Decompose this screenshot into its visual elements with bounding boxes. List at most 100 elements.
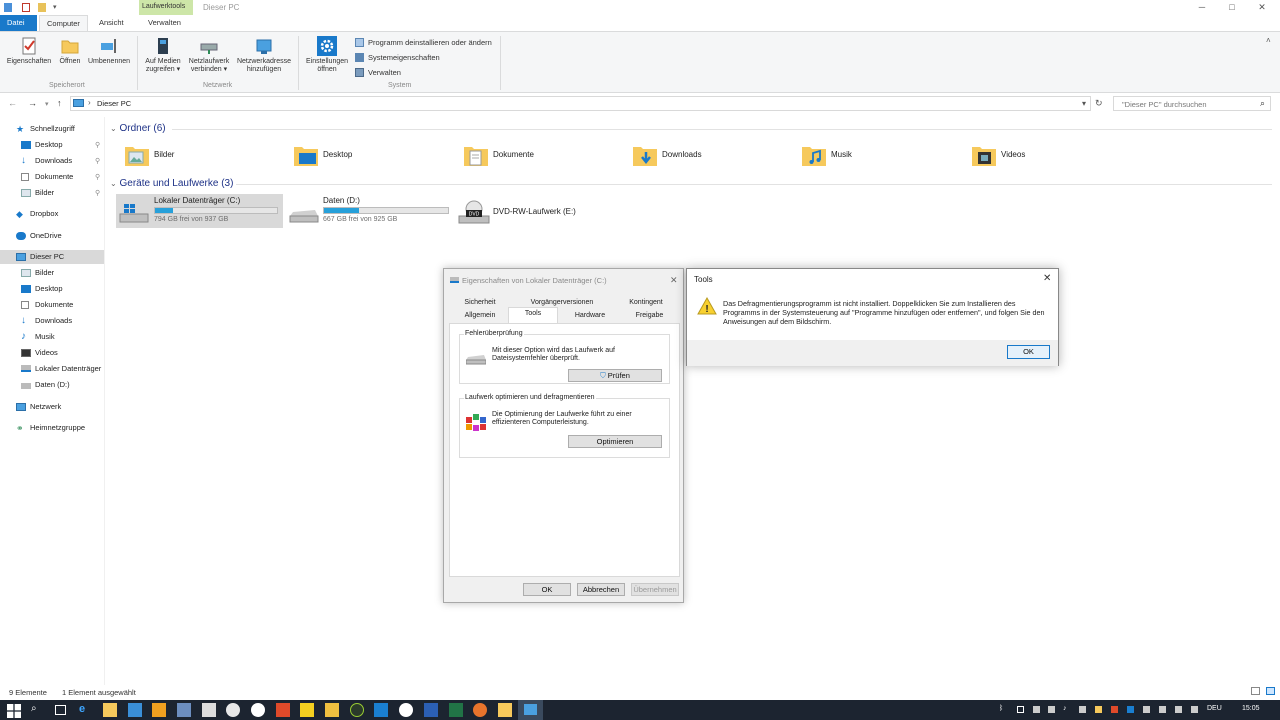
address-dropdown-icon[interactable]: ▾	[1082, 99, 1086, 108]
nav-pc-downloads[interactable]: ↓ Downloads	[21, 314, 72, 328]
netzwerkadresse-hinzufuegen-button[interactable]: Netzwerkadresse hinzufügen	[234, 36, 294, 74]
tab-allgemein[interactable]: Allgemein	[451, 310, 509, 322]
app-icon[interactable]	[177, 703, 191, 717]
drives-section-header[interactable]: ⌄ Geräte und Laufwerke (3)	[110, 178, 233, 189]
pin-icon[interactable]: ⚲	[95, 157, 100, 165]
tray-icon[interactable]	[1048, 706, 1055, 713]
ok-button[interactable]: OK	[523, 583, 571, 596]
tab-tools[interactable]: Tools	[508, 307, 558, 324]
nav-heimnetzgruppe[interactable]: ⚭ Heimnetzgruppe	[16, 421, 85, 435]
pin-icon[interactable]: ⚲	[95, 141, 100, 149]
app-icon[interactable]	[251, 703, 265, 717]
tray-icon[interactable]	[1159, 706, 1166, 713]
word-icon[interactable]	[424, 703, 438, 717]
app-icon[interactable]	[399, 703, 413, 717]
apply-button[interactable]: Übernehmen	[631, 583, 679, 596]
tab-kontingent[interactable]: Kontingent	[614, 297, 678, 309]
message-box-close-button[interactable]: ✕	[1043, 273, 1051, 284]
nav-pc-lokaler-datentraeger[interactable]: Lokaler Datenträger	[21, 362, 101, 376]
nav-pc-desktop[interactable]: Desktop	[21, 282, 63, 296]
recent-locations-button[interactable]: ▾	[45, 100, 49, 108]
folder-videos[interactable]: Videos	[963, 140, 1131, 172]
nav-pc-musik[interactable]: ♪ Musik	[21, 330, 55, 344]
task-view-icon[interactable]	[55, 705, 66, 715]
media-player-icon[interactable]	[152, 703, 166, 717]
app-icon[interactable]	[300, 703, 314, 717]
folder-musik[interactable]: Musik	[793, 140, 961, 172]
maximize-button[interactable]: □	[1226, 1, 1238, 13]
tray-icon[interactable]	[1143, 706, 1150, 713]
pruefen-button[interactable]: ⛉ Prüfen	[568, 369, 662, 382]
back-button[interactable]: ←	[8, 98, 17, 108]
programm-deinstallieren-button[interactable]: Programm deinstallieren oder ändern	[355, 38, 492, 47]
verwalten-button[interactable]: Verwalten	[355, 68, 401, 77]
language-indicator[interactable]: DEU	[1207, 705, 1222, 712]
tab-datei[interactable]: Datei	[0, 15, 37, 31]
nav-dropbox[interactable]: ◆ Dropbox	[16, 207, 58, 221]
minimize-button[interactable]: ─	[1196, 1, 1208, 13]
folder-downloads[interactable]: Downloads	[624, 140, 792, 172]
oeffnen-button[interactable]: Öffnen	[56, 36, 84, 66]
drive-d[interactable]: Daten (D:) 667 GB frei von 925 GB	[286, 194, 453, 228]
tab-hardware[interactable]: Hardware	[561, 310, 619, 322]
forward-button[interactable]: →	[28, 98, 37, 108]
network-icon[interactable]	[1175, 706, 1182, 713]
nav-pc-daten[interactable]: Daten (D:)	[21, 378, 70, 392]
mail-icon[interactable]	[128, 703, 142, 717]
einstellungen-oeffnen-button[interactable]: Einstellungen öffnen	[302, 36, 352, 74]
eigenschaften-button[interactable]: Eigenschaften	[4, 36, 54, 66]
folders-section-header[interactable]: ⌄ Ordner (6)	[110, 123, 166, 134]
nav-netzwerk[interactable]: Netzwerk	[16, 400, 61, 414]
bluetooth-icon[interactable]: ᛒ	[999, 705, 1003, 712]
message-ok-button[interactable]: OK	[1007, 345, 1050, 359]
search-icon[interactable]: ⌕	[31, 703, 45, 717]
tab-sicherheit[interactable]: Sicherheit	[451, 297, 509, 309]
nav-pc-dokumente[interactable]: Dokumente	[21, 298, 73, 312]
file-explorer-icon[interactable]	[498, 703, 512, 717]
ribbon-collapse-icon[interactable]: ˄	[1266, 36, 1271, 45]
auf-medien-zugreifen-button[interactable]: Auf Medien zugreifen ▾	[141, 36, 185, 74]
tab-ansicht[interactable]: Ansicht	[92, 15, 131, 31]
properties-quick-icon[interactable]	[22, 3, 30, 12]
drive-c[interactable]: Lokaler Datenträger (C:) 794 GB frei von…	[116, 194, 283, 228]
nav-pc-videos[interactable]: Videos	[21, 346, 58, 360]
app-icon[interactable]	[325, 703, 339, 717]
active-window-highlight[interactable]	[518, 700, 543, 720]
nav-pc-bilder[interactable]: Bilder	[21, 266, 54, 280]
systemeigenschaften-button[interactable]: Systemeigenschaften	[355, 53, 440, 62]
tray-icon[interactable]	[1127, 706, 1134, 713]
refresh-button[interactable]: ↻	[1095, 98, 1103, 109]
edge-browser-icon[interactable]: e	[79, 703, 93, 717]
folder-dokumente[interactable]: Dokumente	[455, 140, 623, 172]
nav-dokumente[interactable]: Dokumente	[21, 170, 73, 184]
nav-schnellzugriff[interactable]: ★ Schnellzugriff	[16, 122, 75, 136]
app-icon[interactable]	[374, 703, 388, 717]
nav-onedrive[interactable]: OneDrive	[16, 229, 62, 243]
drive-e[interactable]: DVD DVD-RW-Laufwerk (E:)	[455, 194, 622, 228]
excel-icon[interactable]	[449, 703, 463, 717]
nav-bilder[interactable]: Bilder	[21, 186, 54, 200]
optimieren-button[interactable]: Optimieren	[568, 435, 662, 448]
tab-verwalten[interactable]: Verwalten	[141, 15, 188, 31]
cancel-button[interactable]: Abbrechen	[577, 583, 625, 596]
netzlaufwerk-verbinden-button[interactable]: Netzlaufwerk verbinden ▾	[186, 36, 232, 74]
nav-dieser-pc[interactable]: Dieser PC	[0, 250, 104, 264]
volume-icon[interactable]: ♪	[1063, 705, 1067, 712]
app-icon[interactable]	[350, 703, 364, 717]
start-windows-icon[interactable]	[7, 704, 21, 718]
close-button[interactable]: ✕	[1256, 1, 1268, 13]
file-explorer-icon[interactable]	[103, 703, 117, 717]
battery-icon[interactable]	[1191, 706, 1198, 713]
nav-downloads[interactable]: ↓ Downloads	[21, 154, 72, 168]
tray-icon[interactable]	[1079, 706, 1086, 713]
clock[interactable]: 15:05	[1242, 705, 1260, 712]
nav-desktop[interactable]: Desktop	[21, 138, 105, 152]
details-view-icon[interactable]	[1251, 687, 1260, 695]
search-input[interactable]: "Dieser PC" durchsuchen ⌕	[1113, 96, 1271, 111]
app-icon[interactable]	[226, 703, 240, 717]
tab-freigabe[interactable]: Freigabe	[621, 310, 678, 322]
folder-bilder[interactable]: Bilder	[116, 140, 284, 172]
calculator-icon[interactable]	[202, 703, 216, 717]
up-button[interactable]: ↑	[57, 98, 62, 108]
address-input[interactable]: › Dieser PC ▾	[70, 96, 1091, 111]
